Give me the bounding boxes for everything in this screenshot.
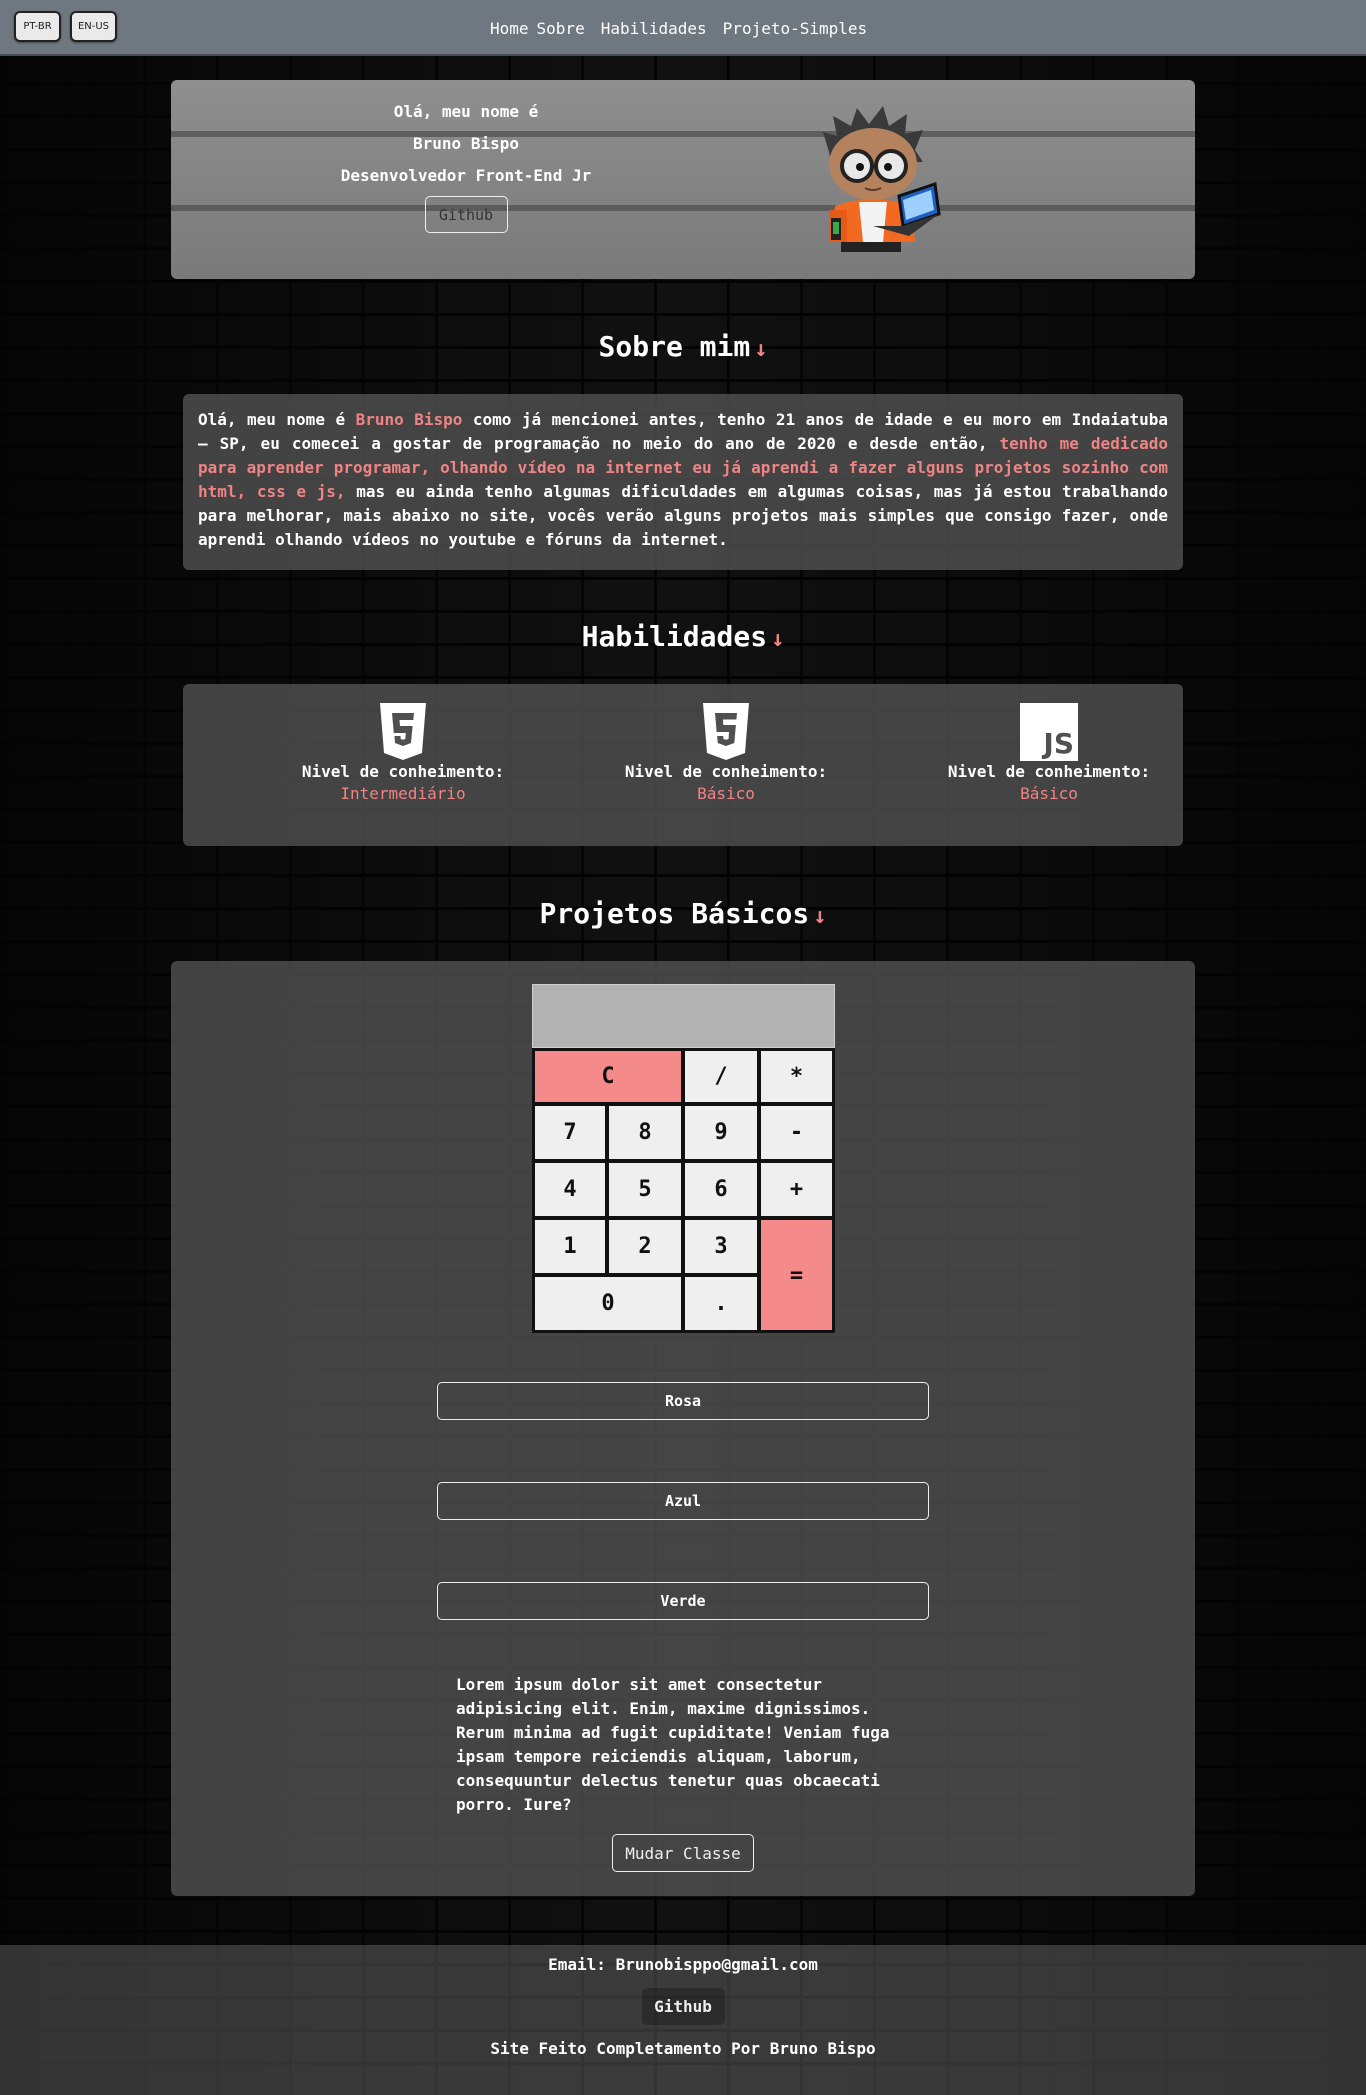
skill-level: Básico (1020, 784, 1078, 803)
calc-key-4[interactable]: 4 (532, 1160, 608, 1219)
about-text-part: Olá, meu nome é (198, 410, 356, 429)
footer-github-button[interactable]: Github (641, 1988, 725, 2025)
calc-key-minus[interactable]: - (758, 1103, 835, 1162)
calc-key-equals[interactable]: = (758, 1217, 835, 1333)
hero-name: Bruno Bispo (413, 134, 519, 153)
calc-key-5[interactable]: 5 (606, 1160, 684, 1219)
calc-key-8[interactable]: 8 (606, 1103, 684, 1162)
arrow-down-icon: ↓ (771, 627, 785, 652)
cartoon-avatar-icon (823, 106, 941, 252)
nav-link-sobre[interactable]: Sobre (537, 19, 585, 38)
html5-icon (380, 703, 426, 760)
arrow-down-icon: ↓ (813, 904, 827, 929)
lorem-paragraph: Lorem ipsum dolor sit amet consectetur a… (456, 1675, 890, 1814)
hero-banner: Olá, meu nome é Bruno Bispo Desenvolvedo… (171, 80, 1195, 279)
rosa-button[interactable]: Rosa (437, 1382, 929, 1420)
footer: Email: Brunobisppo@gmail.com Github Site… (0, 1945, 1366, 2095)
nav-link-projeto-simples[interactable]: Projeto-Simples (723, 19, 868, 38)
arrow-down-icon: ↓ (754, 337, 768, 362)
nav-links: Home Sobre Habilidades Projeto-Simples (490, 0, 867, 56)
skills-panel: Nivel de conheimento: Intermediário Nive… (183, 684, 1183, 846)
projects-title-text: Projetos Básicos (539, 897, 810, 930)
calc-key-1[interactable]: 1 (532, 1217, 608, 1276)
nav-link-home[interactable]: Home (490, 19, 529, 38)
calc-key-divide[interactable]: / (682, 1048, 760, 1105)
hero-greeting: Olá, meu nome é (393, 102, 539, 121)
skills-section-title: Habilidades ↓ (0, 620, 1366, 653)
skill-level: Intermediário (340, 784, 466, 803)
css3-icon (703, 703, 749, 760)
calc-key-plus[interactable]: + (758, 1160, 835, 1219)
skill-label: Nivel de conheimento: (301, 762, 505, 781)
footer-credit: Site Feito Completamento Por Bruno Bispo (490, 2039, 876, 2058)
skill-label: Nivel de conheimento: (947, 762, 1151, 781)
nav-link-habilidades[interactable]: Habilidades (601, 19, 707, 38)
js-icon: JS (1020, 703, 1078, 761)
about-paragraph: Olá, meu nome é Bruno Bispo como já menc… (198, 408, 1168, 552)
about-panel: Olá, meu nome é Bruno Bispo como já menc… (183, 394, 1183, 570)
js-badge-text: JS (1043, 727, 1074, 760)
calc-key-3[interactable]: 3 (682, 1217, 760, 1276)
verde-button[interactable]: Verde (437, 1582, 929, 1620)
about-name-highlight: Bruno Bispo (355, 410, 463, 429)
calc-key-2[interactable]: 2 (606, 1217, 684, 1276)
calculator: C / * 7 8 9 - 4 5 6 + 1 2 3 = 0 . (532, 984, 835, 1336)
lang-pt-br-button[interactable]: PT-BR (14, 11, 61, 42)
lang-en-us-button[interactable]: EN-US (70, 11, 117, 42)
projects-panel: C / * 7 8 9 - 4 5 6 + 1 2 3 = 0 . Rosa A… (171, 961, 1195, 1896)
calc-key-6[interactable]: 6 (682, 1160, 760, 1219)
skill-css: Nivel de conheimento: Básico (586, 702, 866, 803)
calc-key-multiply[interactable]: * (758, 1048, 835, 1105)
calc-key-clear[interactable]: C (532, 1048, 684, 1105)
mudar-classe-button[interactable]: Mudar Classe (612, 1834, 754, 1872)
skill-js: JS Nivel de conheimento: Básico (909, 702, 1189, 803)
hero-github-button[interactable]: Github (424, 196, 508, 233)
hero-role: Desenvolvedor Front-End Jr (340, 166, 592, 185)
calc-key-7[interactable]: 7 (532, 1103, 608, 1162)
skill-label: Nivel de conheimento: (624, 762, 828, 781)
top-navbar: PT-BR EN-US Home Sobre Habilidades Proje… (0, 0, 1366, 56)
footer-email: Email: Brunobisppo@gmail.com (548, 1955, 818, 1974)
calc-key-0[interactable]: 0 (532, 1274, 684, 1333)
calc-key-dot[interactable]: . (682, 1274, 760, 1333)
calculator-display (532, 984, 835, 1048)
skill-level: Básico (697, 784, 755, 803)
skill-html: Nivel de conheimento: Intermediário (263, 702, 543, 803)
azul-button[interactable]: Azul (437, 1482, 929, 1520)
hero-intro: Olá, meu nome é Bruno Bispo Desenvolvedo… (321, 96, 611, 233)
skills-title-text: Habilidades (581, 620, 768, 653)
projects-section-title: Projetos Básicos ↓ (0, 897, 1366, 930)
about-section-title: Sobre mim ↓ (0, 330, 1366, 363)
about-title-text: Sobre mim (598, 330, 751, 363)
calc-key-9[interactable]: 9 (682, 1103, 760, 1162)
